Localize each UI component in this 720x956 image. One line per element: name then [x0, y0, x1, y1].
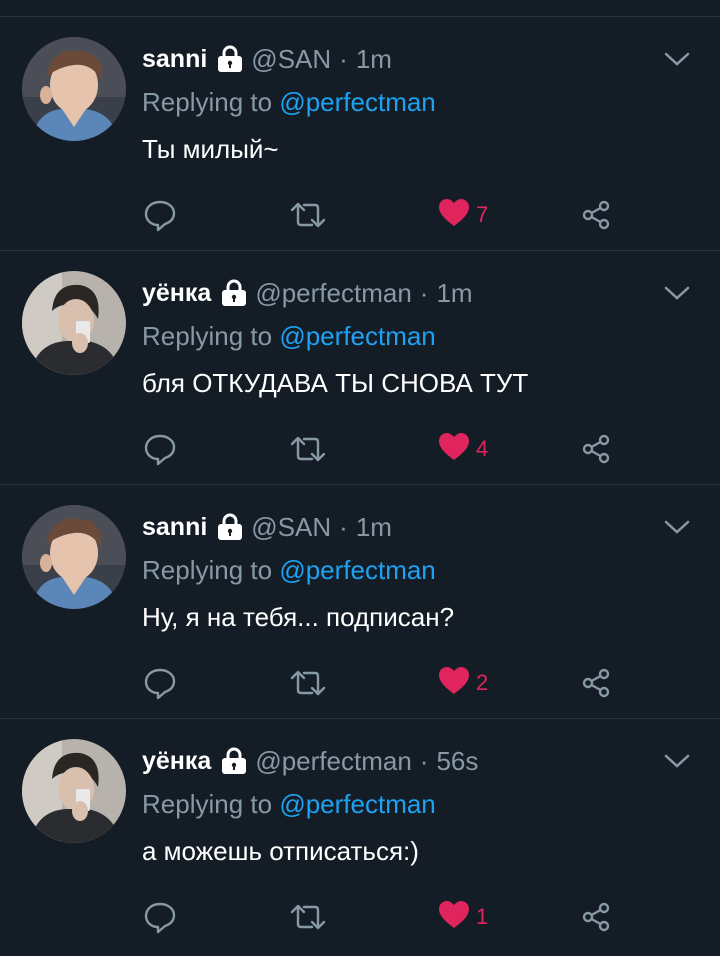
separator-dot: ·: [339, 511, 348, 542]
replying-to: Replying to @perfectman: [142, 555, 436, 586]
chevron-down-icon[interactable]: [664, 753, 690, 774]
chevron-down-icon[interactable]: [664, 519, 690, 540]
like-count: 2: [476, 670, 489, 695]
reply-icon[interactable]: [143, 195, 177, 235]
retweet-icon[interactable]: [290, 663, 326, 703]
tweet-feed: sanni @SAN · 1m Replying to @perfectman …: [0, 0, 720, 956]
like-button[interactable]: 4: [438, 429, 488, 469]
heart-icon: [438, 666, 470, 701]
replying-to-label: Replying to: [142, 789, 280, 819]
reply-icon[interactable]: [143, 663, 177, 703]
tweet[interactable]: уёнка @perfectman · 56s Replying to @per…: [0, 718, 720, 952]
tweet-text: Ты милый~: [142, 134, 279, 164]
chevron-down-icon[interactable]: [664, 51, 690, 72]
like-button[interactable]: 1: [438, 897, 488, 937]
replying-to-label: Replying to: [142, 321, 280, 351]
share-icon[interactable]: [580, 429, 612, 469]
heart-icon: [438, 900, 470, 935]
tweet-header: уёнка @perfectman · 56s: [142, 741, 478, 781]
avatar[interactable]: [22, 37, 126, 141]
separator-dot: ·: [339, 43, 348, 74]
reply-mention-link[interactable]: @perfectman: [279, 321, 435, 351]
share-icon[interactable]: [580, 663, 612, 703]
tweet-actions: 1: [0, 897, 720, 937]
reply-icon[interactable]: [143, 897, 177, 937]
lock-icon: [217, 45, 243, 73]
heart-icon: [438, 432, 470, 467]
username-handle[interactable]: @perfectman: [255, 746, 411, 777]
like-button[interactable]: 7: [438, 195, 488, 235]
avatar[interactable]: [22, 271, 126, 375]
reply-mention-link[interactable]: @perfectman: [279, 87, 435, 117]
tweet[interactable]: sanni @SAN · 1m Replying to @perfectman …: [0, 16, 720, 250]
replying-to-label: Replying to: [142, 555, 280, 585]
timestamp[interactable]: 1m: [436, 278, 472, 309]
reply-mention-link[interactable]: @perfectman: [279, 789, 435, 819]
tweet-actions: 2: [0, 663, 720, 703]
lock-icon: [221, 279, 247, 307]
reply-icon[interactable]: [143, 429, 177, 469]
replying-to: Replying to @perfectman: [142, 87, 436, 118]
avatar[interactable]: [22, 505, 126, 609]
like-count: 4: [476, 436, 489, 461]
timestamp[interactable]: 1m: [356, 44, 392, 75]
timestamp[interactable]: 56s: [436, 746, 478, 777]
replying-to-label: Replying to: [142, 87, 280, 117]
retweet-icon[interactable]: [290, 897, 326, 937]
tweet-header: уёнка @perfectman · 1m: [142, 273, 473, 313]
lock-icon: [221, 747, 247, 775]
tweet-text: бля ОТКУДАВА ТЫ СНОВА ТУТ: [142, 368, 529, 398]
reply-mention-link[interactable]: @perfectman: [279, 555, 435, 585]
tweet[interactable]: sanni @SAN · 1m Replying to @perfectman …: [0, 484, 720, 718]
heart-icon: [438, 198, 470, 233]
retweet-icon[interactable]: [290, 195, 326, 235]
separator-dot: ·: [419, 277, 429, 308]
tweet-text: Ну, я на тебя... подписан?: [142, 602, 455, 632]
tweet-header: sanni @SAN · 1m: [142, 39, 392, 79]
retweet-icon[interactable]: [290, 429, 326, 469]
chevron-down-icon[interactable]: [664, 285, 690, 306]
like-count: 1: [476, 904, 489, 929]
tweet-actions: 4: [0, 429, 720, 469]
avatar[interactable]: [22, 739, 126, 843]
tweet-text: а можешь отписаться:): [142, 836, 419, 866]
username-handle[interactable]: @SAN: [251, 512, 331, 543]
replying-to: Replying to @perfectman: [142, 789, 436, 820]
display-name[interactable]: sanni: [142, 513, 207, 542]
tweet-actions: 7: [0, 195, 720, 235]
username-handle[interactable]: @SAN: [251, 44, 331, 75]
timestamp[interactable]: 1m: [356, 512, 392, 543]
like-button[interactable]: 2: [438, 663, 488, 703]
display-name[interactable]: уёнка: [142, 747, 211, 776]
username-handle[interactable]: @perfectman: [255, 278, 411, 309]
share-icon[interactable]: [580, 195, 612, 235]
tweet-header: sanni @SAN · 1m: [142, 507, 392, 547]
replying-to: Replying to @perfectman: [142, 321, 436, 352]
tweet[interactable]: уёнка @perfectman · 1m Replying to @perf…: [0, 250, 720, 484]
display-name[interactable]: sanni: [142, 45, 207, 74]
share-icon[interactable]: [580, 897, 612, 937]
separator-dot: ·: [419, 745, 429, 776]
like-count: 7: [476, 202, 489, 227]
display-name[interactable]: уёнка: [142, 279, 211, 308]
lock-icon: [217, 513, 243, 541]
